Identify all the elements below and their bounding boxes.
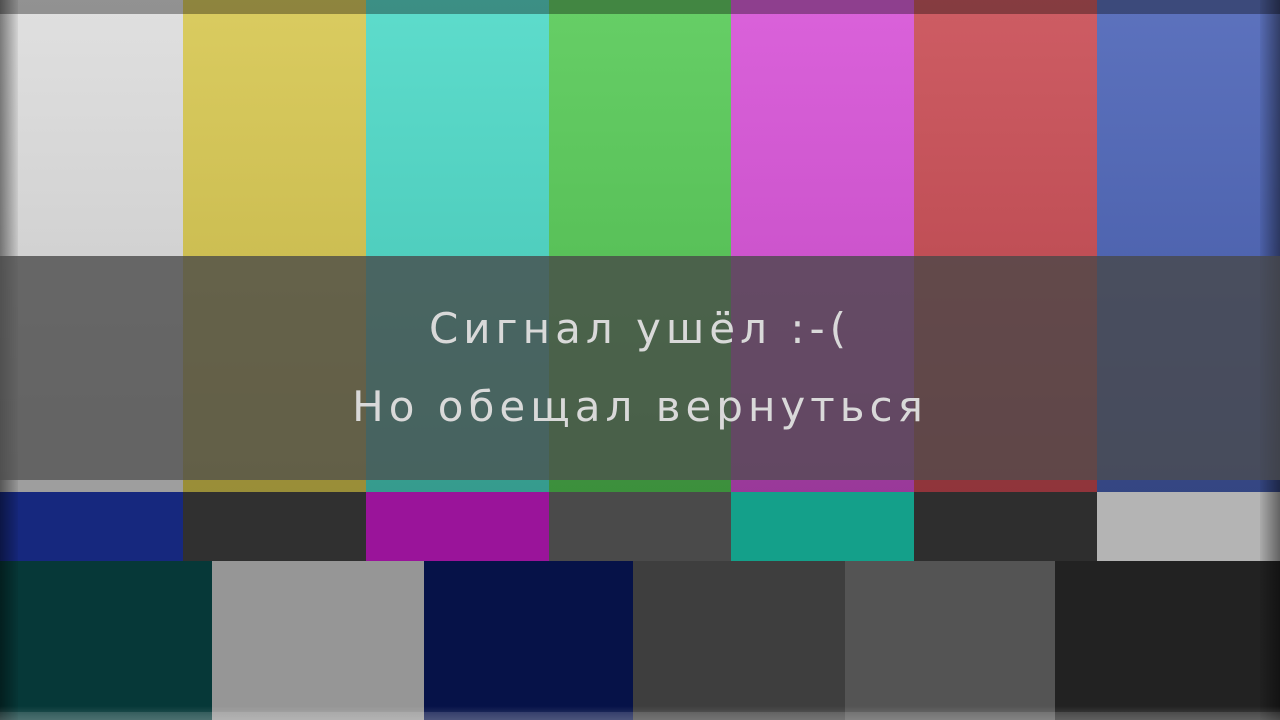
mid-bar-gray (548, 492, 732, 561)
bottom-bar-charcoal (633, 561, 845, 720)
bottom-bar-gray (212, 561, 424, 720)
bottom-bar-mid-gray (845, 561, 1055, 720)
mid-bar-light-gray (1097, 492, 1280, 561)
message-overlay: Сигнал ушёл :-( Но обещал вернуться (0, 256, 1280, 480)
bottom-bar-black (1055, 561, 1280, 720)
mid-bar-black (182, 492, 366, 561)
mid-bar-teal (731, 492, 915, 561)
mid-bar-magenta (365, 492, 549, 561)
bottom-color-bars (0, 561, 1280, 720)
bottom-bar-navy (424, 561, 633, 720)
mid-bar-dark (914, 492, 1098, 561)
message-line-1: Сигнал ушёл :-( (428, 304, 852, 353)
bottom-bar-dark-teal (0, 561, 212, 720)
message-line-2: Но обещал вернуться (352, 382, 928, 431)
middle-color-bars (0, 492, 1280, 561)
mid-bar-blue (0, 492, 183, 561)
test-card-screen: Сигнал ушёл :-( Но обещал вернуться (0, 0, 1280, 720)
